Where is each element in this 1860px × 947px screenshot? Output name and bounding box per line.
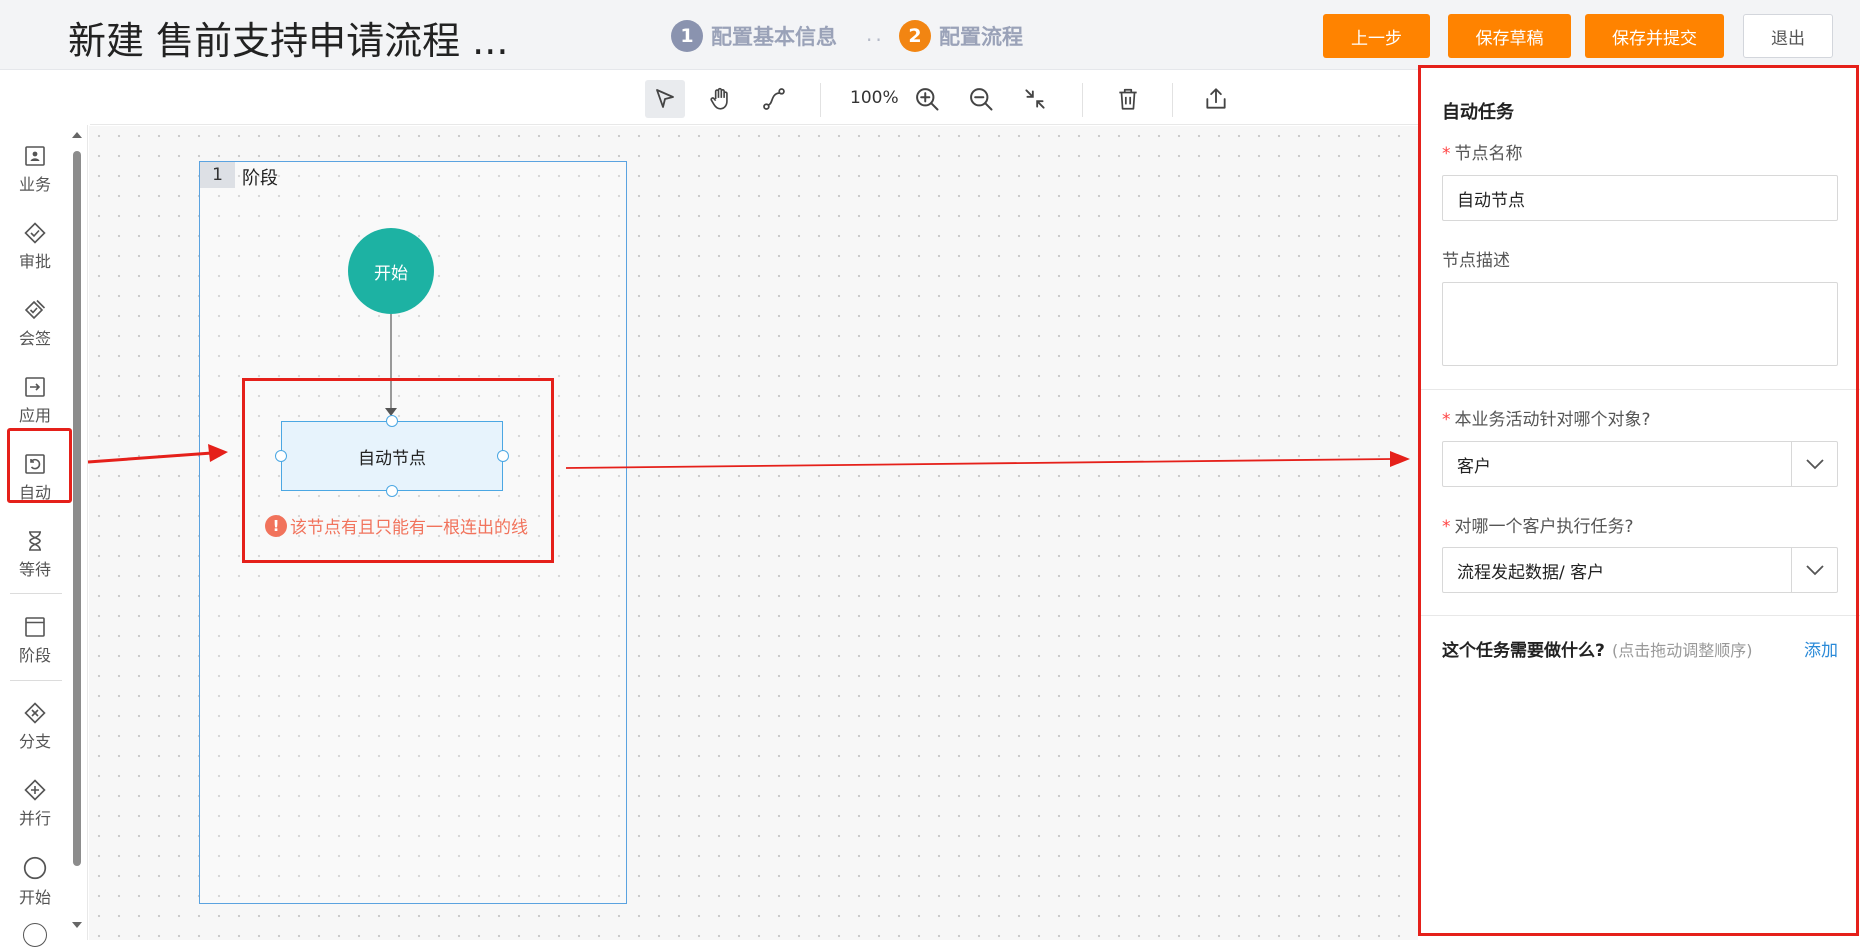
node-name-label: * 节点名称 [1442, 144, 1523, 164]
add-task-link[interactable]: 添加 [1804, 636, 1838, 661]
node-desc-label: 节点描述 [1442, 251, 1510, 271]
task-section-hint: (点击拖动调整顺序) [1612, 641, 1753, 660]
object-select[interactable]: 客户 [1442, 441, 1838, 487]
panel-divider [1419, 389, 1860, 390]
annotation-arrow-palette-head [208, 444, 228, 462]
panel-divider [1419, 615, 1860, 616]
object-label: * 本业务活动针对哪个对象? [1442, 410, 1651, 430]
annotation-arrow-palette-shaft [87, 451, 213, 464]
annotation-arrow-panel-head [1390, 451, 1410, 467]
target-select[interactable]: 流程发起数据/ 客户 [1442, 547, 1838, 593]
panel-title: 自动任务 [1442, 102, 1514, 123]
target-label: * 对哪一个客户执行任务? [1442, 517, 1634, 537]
chevron-down-icon[interactable] [1791, 548, 1837, 592]
target-select-value: 流程发起数据/ 客户 [1457, 562, 1605, 583]
node-desc-textarea[interactable] [1442, 282, 1838, 366]
node-name-input[interactable]: 自动节点 [1442, 175, 1838, 221]
object-select-value: 客户 [1457, 456, 1491, 477]
chevron-down-icon[interactable] [1791, 442, 1837, 486]
task-section-title: 这个任务需要做什么? [1442, 641, 1605, 661]
annotation-arrow-panel-shaft [565, 458, 1393, 469]
